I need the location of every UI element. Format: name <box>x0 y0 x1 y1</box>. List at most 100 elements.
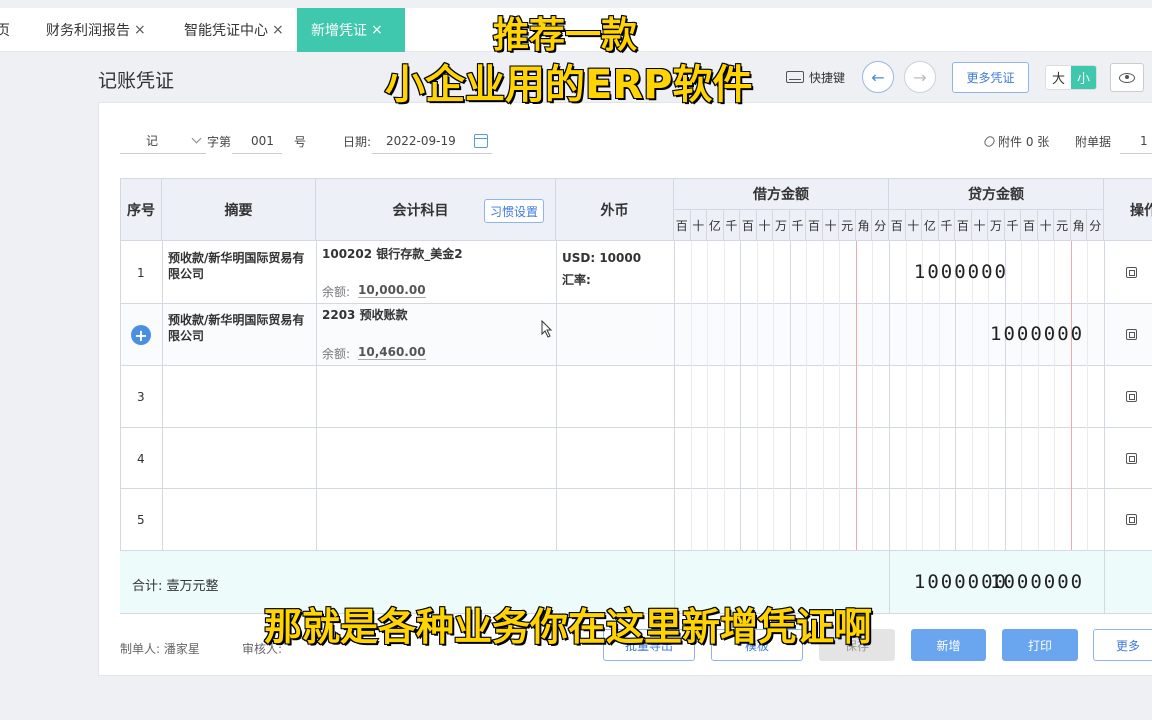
chevron-down-icon <box>191 133 202 144</box>
eye-icon <box>1119 72 1135 83</box>
digit-header: 万 <box>988 210 1005 241</box>
tab-home[interactable]: 页 <box>0 8 10 52</box>
close-icon[interactable]: × <box>134 22 146 38</box>
copy-icon[interactable] <box>1126 514 1137 525</box>
foreign-amount[interactable]: USD: 10000 <box>562 251 641 265</box>
digit-divider <box>839 241 841 550</box>
digit-header: 十 <box>1037 210 1055 241</box>
header-seq: 序号 <box>120 178 162 241</box>
digit-divider <box>1070 241 1072 550</box>
shortcut-button[interactable]: 快捷键 <box>786 60 845 94</box>
habit-settings-button[interactable]: 习惯设置 <box>484 199 544 223</box>
digit-header: 十 <box>971 210 989 241</box>
close-icon[interactable]: × <box>371 22 383 38</box>
row-account[interactable]: 2203 预收账款 <box>322 306 408 323</box>
shortcut-label: 快捷键 <box>809 70 846 85</box>
digit-header: 千 <box>723 210 741 241</box>
balance-label: 余额: <box>322 285 351 299</box>
tab-voucher-center[interactable]: 智能凭证中心 × <box>184 8 284 52</box>
attach-docs-input[interactable]: 1 <box>1120 128 1152 154</box>
debit-amount[interactable]: 1000000 <box>914 261 1008 283</box>
credit-amount[interactable]: 1000000 <box>990 323 1084 345</box>
summary-line: 限公司 <box>168 329 205 343</box>
calendar-icon[interactable] <box>474 133 488 148</box>
tab-profit-report[interactable]: 财务利润报告 × <box>46 8 146 52</box>
more-button[interactable]: 更多 <box>1093 629 1152 661</box>
add-row-button[interactable]: + <box>131 325 151 345</box>
tab-label: 智能凭证中心 <box>184 23 268 39</box>
digit-header: 分 <box>1087 210 1104 241</box>
summary-line: 预收款/新华明国际贸易有 <box>168 313 305 327</box>
digit-header: 十 <box>690 210 708 241</box>
row-seq: 1 <box>137 266 145 280</box>
header-ops: 操作 <box>1104 178 1152 241</box>
voucher-table: 序号 摘要 会计科目 习惯设置 外币 借方金额 贷方金额 操作 百十亿千百十万千… <box>120 178 1152 614</box>
voucher-number-input[interactable]: 001 <box>232 128 282 154</box>
paperclip-icon <box>982 133 997 149</box>
attachment-link[interactable]: 附件 0 张 <box>982 128 1049 154</box>
prev-voucher-button[interactable]: ← <box>862 61 894 93</box>
size-large-option[interactable]: 大 <box>1046 66 1071 89</box>
copy-icon[interactable] <box>1126 391 1137 402</box>
more-vouchers-button[interactable]: 更多凭证 <box>952 62 1029 93</box>
digit-header: 十 <box>822 210 840 241</box>
row-account[interactable]: 100202 银行存款_美金2 <box>322 245 463 262</box>
digit-header: 百 <box>674 210 691 241</box>
digit-divider <box>756 241 758 550</box>
close-icon[interactable]: × <box>272 22 284 38</box>
date-input[interactable]: 2022-09-19 <box>372 128 492 154</box>
digit-header: 百 <box>740 210 757 241</box>
print-button[interactable]: 打印 <box>1002 629 1078 661</box>
digit-header: 千 <box>789 210 807 241</box>
digit-divider <box>988 241 990 550</box>
row-seq: 5 <box>137 513 145 527</box>
digit-divider <box>872 241 874 550</box>
date-value: 2022-09-19 <box>386 133 456 148</box>
header-debit: 借方金额 <box>674 178 889 210</box>
digit-header: 万 <box>773 210 790 241</box>
header-account-label: 会计科目 <box>392 202 449 219</box>
digit-header: 千 <box>938 210 956 241</box>
exchange-rate-label: 汇率: <box>562 273 591 287</box>
plus-icon: + <box>134 325 148 345</box>
digit-divider <box>1054 241 1056 550</box>
digit-header: 分 <box>872 210 889 241</box>
row-summary[interactable]: 预收款/新华明国际贸易有 限公司 <box>168 250 304 282</box>
digit-divider <box>690 241 692 550</box>
digit-header: 角 <box>1070 210 1088 241</box>
keyboard-icon <box>786 71 804 83</box>
digit-header: 百 <box>1021 210 1038 241</box>
voucher-word-select[interactable]: 记 <box>120 128 206 154</box>
copy-icon[interactable] <box>1126 329 1137 340</box>
digit-divider <box>1021 241 1023 550</box>
summary-line: 预收款/新华明国际贸易有 <box>168 251 305 265</box>
copy-icon[interactable] <box>1126 453 1137 464</box>
digit-header: 亿 <box>707 210 724 241</box>
arrow-right-icon: → <box>913 67 927 87</box>
next-voucher-button[interactable]: → <box>904 61 936 93</box>
tab-new-voucher[interactable]: 新增凭证 × <box>297 8 405 52</box>
digit-divider <box>938 241 940 550</box>
size-small-option[interactable]: 小 <box>1071 66 1096 89</box>
add-button[interactable]: 新增 <box>911 629 986 661</box>
caption-top-line1: 推荐一款 <box>492 14 638 57</box>
digit-divider <box>855 241 857 550</box>
digit-header: 角 <box>855 210 873 241</box>
balance-value: 10,460.00 <box>358 345 426 360</box>
preview-button[interactable] <box>1110 63 1144 92</box>
date-label: 日期: <box>343 134 372 149</box>
digit-header: 百 <box>889 210 906 241</box>
digit-divider <box>789 241 791 550</box>
arrow-left-icon: ← <box>871 67 885 87</box>
digit-divider <box>707 241 709 550</box>
header-foreign: 外币 <box>556 178 674 241</box>
preparer-label: 制单人: 潘家星 <box>120 642 200 656</box>
number-suffix: 号 <box>294 134 307 149</box>
copy-icon[interactable] <box>1126 267 1137 278</box>
total-label: 合计: 壹万元整 <box>132 579 219 594</box>
row-summary[interactable]: 预收款/新华明国际贸易有 限公司 <box>168 312 304 344</box>
header-summary: 摘要 <box>162 178 316 241</box>
digit-divider <box>905 241 907 550</box>
digit-header: 百 <box>955 210 972 241</box>
row-seq: 4 <box>137 452 145 466</box>
